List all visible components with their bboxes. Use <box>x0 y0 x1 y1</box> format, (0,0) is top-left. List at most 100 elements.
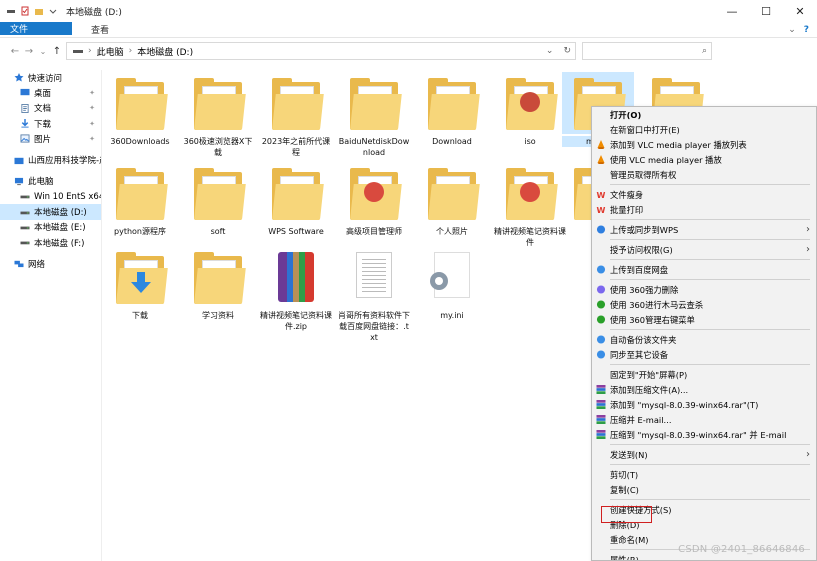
help-icon[interactable]: ? <box>804 25 809 35</box>
menu-item[interactable]: 管理员取得所有权 <box>592 167 816 182</box>
chevron-down-icon[interactable]: ⌄ <box>546 46 554 56</box>
menu-item[interactable]: 剪切(T) <box>592 467 816 482</box>
menu-item-label: 文件瘦身 <box>610 189 644 200</box>
menu-item[interactable]: W 文件瘦身 <box>592 187 816 202</box>
file-item[interactable]: WPS Software <box>260 162 332 237</box>
file-item[interactable]: soft <box>182 162 254 237</box>
menu-item[interactable]: 同步至其它设备 <box>592 347 816 362</box>
sidebar-item[interactable]: 网络 <box>0 256 101 271</box>
breadcrumb-drive-d[interactable]: 本地磁盘 (D:) <box>137 45 193 58</box>
menu-item[interactable]: 在新窗口中打开(E) <box>592 122 816 137</box>
sidebar-item[interactable]: 本地磁盘 (D:) <box>0 204 101 220</box>
chevron-down-icon[interactable]: ⌄ <box>788 25 796 35</box>
menu-item[interactable]: W 批量打印 <box>592 202 816 217</box>
file-item[interactable]: 个人照片 <box>416 162 488 237</box>
sidebar-item[interactable]: 文档 ✦ <box>0 101 101 116</box>
window-title: 本地磁盘 (D:) <box>66 7 122 18</box>
file-item[interactable]: 2023年之前所代课程 <box>260 72 332 158</box>
properties-icon[interactable] <box>20 6 30 16</box>
menu-item[interactable]: 复制(C) <box>592 482 816 497</box>
minimize-button[interactable]: — <box>715 0 749 22</box>
drive-icon <box>20 208 34 217</box>
menu-item[interactable]: 打开(O) <box>592 107 816 122</box>
file-label: 2023年之前所代课程 <box>261 137 331 157</box>
menu-item[interactable]: 使用 VLC media player 播放 <box>592 152 816 167</box>
context-menu: 打开(O) 在新窗口中打开(E) 添加到 VLC media player 播放列表… <box>591 106 817 561</box>
file-label: 个人照片 <box>436 227 468 236</box>
sidebar-item[interactable]: 下载 ✦ <box>0 116 101 131</box>
document-icon <box>20 103 34 113</box>
sidebar-item[interactable]: 此电脑 <box>0 174 101 189</box>
sidebar-item[interactable]: 本地磁盘 (E:) <box>0 220 101 235</box>
maximize-button[interactable]: ☐ <box>749 0 783 22</box>
sidebar-item[interactable]: 山西应用科技学院-产 <box>0 152 101 167</box>
menu-item[interactable]: 压缩到 "mysql-8.0.39-winx64.rar" 并 E-mail <box>592 427 816 442</box>
menu-item-label: 自动备份该文件夹 <box>610 334 677 345</box>
tab-view[interactable]: 查看 <box>80 22 120 37</box>
file-item[interactable]: 精讲视频笔记资料课件 <box>494 162 566 248</box>
file-item[interactable]: Download <box>416 72 488 147</box>
file-item[interactable]: 360Downloads <box>104 72 176 147</box>
menu-item[interactable]: 上传到百度网盘 <box>592 262 816 277</box>
menu-item[interactable]: 使用 360管理右键菜单 <box>592 312 816 327</box>
back-arrow-icon[interactable]: ← <box>8 46 22 57</box>
menu-item[interactable]: 上传或同步到WPS › <box>592 222 816 237</box>
file-label: 360Downloads <box>110 137 170 146</box>
file-item[interactable]: 精讲视频笔记资料课件.zip <box>260 246 332 332</box>
folder-icon <box>104 246 176 308</box>
menu-item-label: 上传或同步到WPS <box>610 224 679 235</box>
menu-item-label: 使用 360管理右键菜单 <box>610 314 695 325</box>
sidebar-item-label: 本地磁盘 (E:) <box>34 223 86 234</box>
cloud-icon <box>14 156 28 165</box>
up-arrow-icon[interactable]: ↑ <box>50 46 64 57</box>
menu-item-label: 打开(O) <box>610 109 642 120</box>
sidebar-item[interactable]: 快速访问 <box>0 70 101 85</box>
menu-item[interactable]: 授予访问权限(G) › <box>592 242 816 257</box>
tab-file[interactable]: 文件 <box>0 22 72 35</box>
search-box[interactable]: ⌕ <box>582 42 712 60</box>
sidebar-item[interactable]: 图片 ✦ <box>0 131 101 146</box>
file-item[interactable]: 高级项目管理师 <box>338 162 410 237</box>
forward-arrow-icon[interactable]: → <box>22 46 36 57</box>
file-item[interactable]: python源程序 <box>104 162 176 237</box>
file-item[interactable]: 学习资料 <box>182 246 254 321</box>
new-folder-icon[interactable] <box>34 6 44 16</box>
menu-item[interactable]: 固定到"开始"屏幕(P) <box>592 367 816 382</box>
menu-item-label: 批量打印 <box>610 204 644 215</box>
menu-item[interactable]: 使用 360强力删除 <box>592 282 816 297</box>
drive-icon <box>73 50 83 53</box>
file-item[interactable]: my.ini <box>416 246 488 321</box>
chevron-right-icon: › <box>88 46 92 56</box>
chevron-down-icon[interactable]: ⌄ <box>36 47 50 56</box>
address-bar[interactable]: › 此电脑 › 本地磁盘 (D:) ⌄ ↻ <box>66 42 576 60</box>
menu-item[interactable]: 添加到压缩文件(A)... <box>592 382 816 397</box>
close-button[interactable]: ✕ <box>783 0 817 22</box>
menu-item[interactable]: 使用 360进行木马云查杀 <box>592 297 816 312</box>
refresh-icon[interactable]: ↻ <box>563 46 571 56</box>
file-item[interactable]: 下载 <box>104 246 176 321</box>
menu-item-label: 上传到百度网盘 <box>610 264 669 275</box>
folder-icon <box>182 162 254 224</box>
menu-item[interactable]: 添加到 VLC media player 播放列表 <box>592 137 816 152</box>
file-label: Download <box>432 137 472 146</box>
file-label: soft <box>210 227 226 236</box>
folder-icon <box>104 72 176 134</box>
folder-icon <box>182 246 254 308</box>
file-item[interactable]: 360极速浏览器X下载 <box>182 72 254 158</box>
folder-icon <box>494 72 566 134</box>
file-item[interactable]: 肖哥所有资料软件下载百度网盘链接：.txt <box>338 246 410 343</box>
menu-item[interactable]: 添加到 "mysql-8.0.39-winx64.rar"(T) <box>592 397 816 412</box>
menu-item[interactable]: 自动备份该文件夹 <box>592 332 816 347</box>
search-icon: ⌕ <box>701 46 707 56</box>
menu-item[interactable]: 发送到(N) › <box>592 447 816 462</box>
breadcrumb-this-pc[interactable]: 此电脑 <box>97 45 124 58</box>
drive-icon[interactable] <box>6 6 16 16</box>
sidebar-item[interactable]: Win 10 EntS x64 ( <box>0 189 101 204</box>
desktop-icon <box>20 88 34 97</box>
sidebar-item[interactable]: 本地磁盘 (F:) <box>0 235 101 250</box>
sidebar-item[interactable]: 桌面 ✦ <box>0 85 101 100</box>
menu-item[interactable]: 压缩并 E-mail... <box>592 412 816 427</box>
file-item[interactable]: BaiduNetdiskDownload <box>338 72 410 158</box>
chevron-down-icon[interactable] <box>48 6 58 16</box>
file-item[interactable]: iso <box>494 72 566 147</box>
